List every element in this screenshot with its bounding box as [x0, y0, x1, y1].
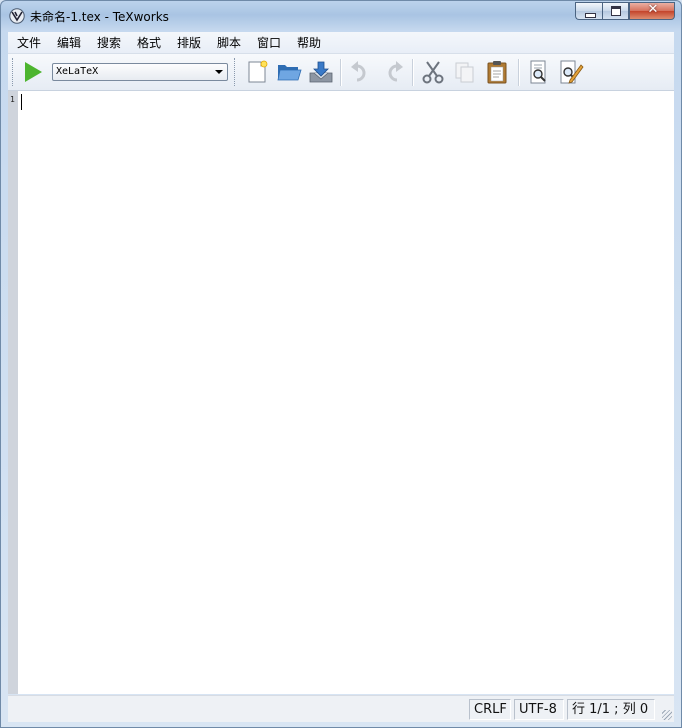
status-bar: CRLF UTF-8 行 1/1 ; 列 0: [8, 695, 674, 722]
redo-icon[interactable]: [380, 59, 406, 85]
menu-help[interactable]: 帮助: [297, 34, 321, 51]
replace-icon[interactable]: [558, 59, 584, 85]
line-number-gutter: 1: [8, 91, 18, 694]
minimize-button[interactable]: [575, 2, 602, 20]
save-icon[interactable]: [308, 59, 334, 85]
new-document-icon[interactable]: [244, 59, 270, 85]
line-number: 1: [10, 95, 15, 104]
copy-icon[interactable]: [452, 59, 478, 85]
toolbar-separator: [340, 59, 342, 86]
window-title: 未命名-1.tex - TeXworks: [30, 10, 169, 24]
paste-icon[interactable]: [484, 59, 510, 85]
editor-area[interactable]: 1: [8, 91, 674, 694]
encoding-indicator[interactable]: UTF-8: [514, 699, 564, 720]
undo-icon[interactable]: [348, 59, 374, 85]
find-icon[interactable]: [526, 59, 552, 85]
menu-edit[interactable]: 编辑: [57, 34, 81, 51]
chevron-down-icon: [215, 70, 223, 74]
toolbar-grip[interactable]: [234, 58, 237, 86]
resize-grip-icon[interactable]: [662, 710, 672, 720]
minimize-icon: [585, 13, 596, 18]
menu-bar: 文件 编辑 搜索 格式 排版 脚本 窗口 帮助: [8, 32, 674, 54]
menu-window[interactable]: 窗口: [257, 34, 281, 51]
close-button[interactable]: ✕: [629, 2, 675, 20]
menu-typeset[interactable]: 排版: [177, 34, 201, 51]
typeset-icon[interactable]: [25, 62, 42, 82]
title-bar[interactable]: 未命名-1.tex - TeXworks ✕: [1, 1, 681, 31]
maximize-button[interactable]: [602, 2, 629, 20]
line-ending-indicator[interactable]: CRLF: [469, 699, 511, 720]
menu-scripts[interactable]: 脚本: [217, 34, 241, 51]
cut-icon[interactable]: [420, 59, 446, 85]
texworks-window: 未命名-1.tex - TeXworks ✕ 文件 编辑 搜索 格式 排版 脚本…: [0, 0, 682, 728]
open-folder-icon[interactable]: [276, 59, 302, 85]
engine-select-value: XeLaTeX: [56, 66, 99, 77]
cursor-position: 行 1/1 ; 列 0: [567, 699, 655, 720]
text-caret: [21, 94, 22, 110]
text-content[interactable]: [19, 91, 674, 694]
menu-format[interactable]: 格式: [137, 34, 161, 51]
close-icon: ✕: [647, 2, 659, 17]
toolbar-separator: [518, 59, 520, 86]
menu-search[interactable]: 搜索: [97, 34, 121, 51]
texworks-app-icon[interactable]: [9, 8, 25, 24]
toolbar-grip[interactable]: [12, 58, 15, 86]
toolbar-separator: [412, 59, 414, 86]
toolbar: XeLaTeX: [8, 54, 674, 91]
menu-file[interactable]: 文件: [17, 34, 41, 51]
maximize-icon: [611, 6, 621, 16]
caption-buttons: ✕: [575, 2, 675, 21]
engine-select[interactable]: XeLaTeX: [52, 63, 228, 81]
